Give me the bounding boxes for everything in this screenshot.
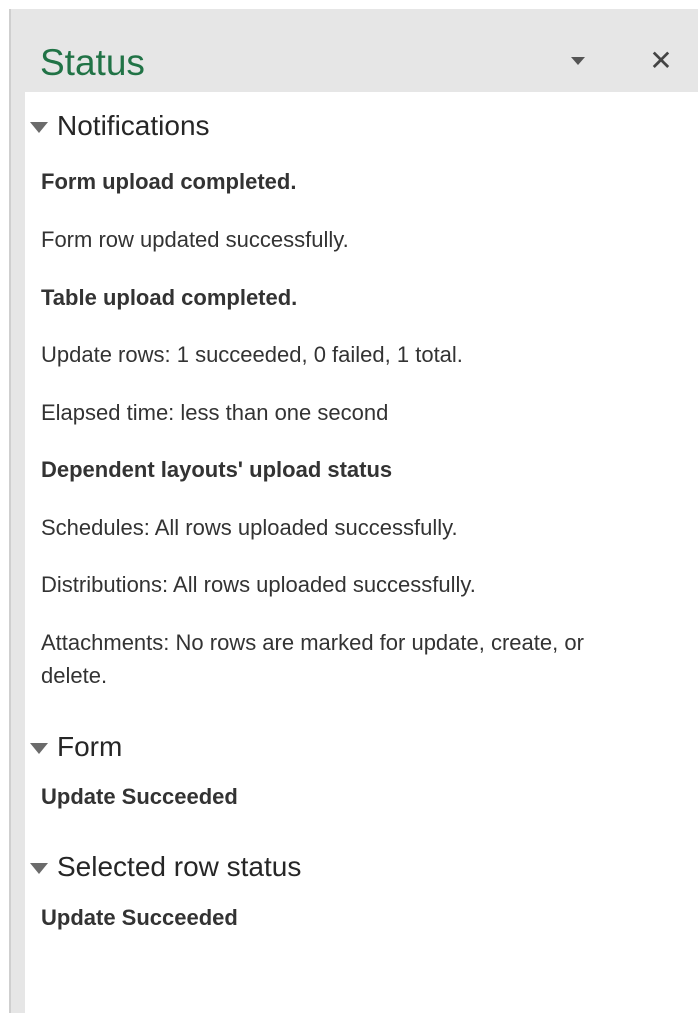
section-header-form[interactable]: Form bbox=[25, 730, 122, 764]
notification-message: Dependent layouts' upload status bbox=[41, 457, 393, 482]
notification-message: Form upload completed. bbox=[41, 169, 297, 194]
dropdown-triangle-icon bbox=[571, 57, 585, 65]
collapse-caret-icon bbox=[30, 862, 48, 874]
collapse-caret-icon bbox=[30, 742, 48, 754]
section-title-notifications: Notifications bbox=[57, 110, 210, 141]
notification-message: Schedules: All rows uploaded successfull… bbox=[41, 515, 458, 540]
close-icon: ✕ bbox=[649, 44, 673, 77]
notification-message: Attachments: No rows are marked for upda… bbox=[41, 630, 584, 688]
section-title-selected-row-status: Selected row status bbox=[57, 851, 302, 882]
notification-message: Elapsed time: less than one second bbox=[41, 400, 389, 425]
selected-row-status-message: Update Succeeded bbox=[41, 905, 238, 930]
collapse-caret-icon bbox=[30, 121, 48, 133]
task-pane-options-button[interactable] bbox=[560, 43, 596, 79]
form-status-message: Update Succeeded bbox=[41, 784, 238, 809]
status-task-pane: Status ✕ Notifications Form upload compl… bbox=[9, 9, 698, 1013]
section-header-selected-row-status[interactable]: Selected row status bbox=[25, 850, 301, 884]
pane-title: Status bbox=[40, 42, 145, 83]
section-title-form: Form bbox=[57, 731, 123, 762]
notification-message: Distributions: All rows uploaded success… bbox=[41, 572, 476, 597]
close-button[interactable]: ✕ bbox=[643, 43, 679, 79]
notification-message: Update rows: 1 succeeded, 0 failed, 1 to… bbox=[41, 342, 463, 367]
section-header-notifications[interactable]: Notifications bbox=[25, 109, 210, 143]
notification-message: Form row updated successfully. bbox=[41, 227, 349, 252]
pane-header: Status ✕ bbox=[11, 9, 698, 94]
notification-message: Table upload completed. bbox=[41, 285, 298, 310]
status-content: Notifications Form upload completed. For… bbox=[25, 92, 698, 1013]
